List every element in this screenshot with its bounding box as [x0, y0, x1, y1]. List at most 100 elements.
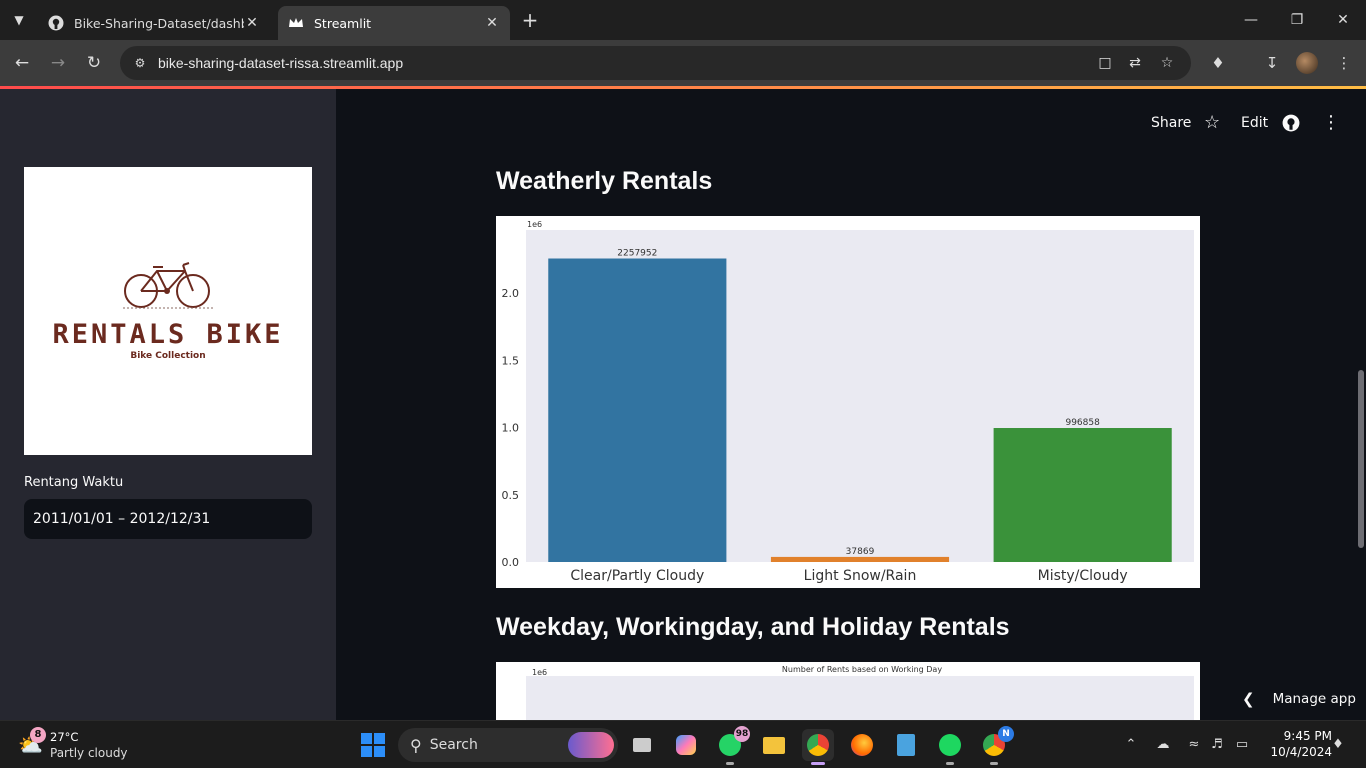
star-icon[interactable]: ☆ [1204, 111, 1220, 135]
start-button[interactable] [361, 733, 385, 757]
bar-value-label: 2257952 [617, 249, 657, 259]
x-tick-label: Light Snow/Rain [804, 568, 917, 584]
y-tick-label: 1.0 [502, 422, 520, 435]
scale-label: 1e6 [532, 668, 547, 677]
tab-title: Bike-Sharing-Dataset/dashboard [74, 15, 244, 31]
site-settings-icon[interactable]: ⚙ [128, 56, 152, 70]
downloads-icon[interactable]: ↧ [1260, 51, 1284, 75]
install-app-icon[interactable]: □ [1094, 52, 1116, 74]
tab-search-button[interactable]: ▼ [6, 8, 32, 32]
workingday-rentals-chart: Number of Rents based on Working Day1e61… [496, 662, 1200, 720]
github-icon [48, 15, 64, 31]
close-icon[interactable]: ✕ [484, 15, 500, 31]
notepad-icon[interactable] [890, 729, 922, 761]
bicycle-icon [123, 262, 213, 309]
x-tick-label: Misty/Cloudy [1038, 568, 1128, 584]
chrome-profile-badge: N [998, 726, 1014, 742]
address-bar[interactable]: ⚙ bike-sharing-dataset-rissa.streamlit.a… [120, 46, 1191, 80]
tab-streamlit[interactable]: Streamlit ✕ [278, 6, 510, 40]
browser-toolbar: ← → ↻ ⚙ bike-sharing-dataset-rissa.strea… [0, 40, 1366, 86]
chevron-up-icon[interactable]: ⌃ [1121, 735, 1141, 755]
date-range-label: Rentang Waktu [24, 475, 124, 490]
date-range-value: 2011/01/01 – 2012/12/31 [33, 511, 211, 527]
x-tick-label: Clear/Partly Cloudy [570, 568, 704, 584]
tab-title: Streamlit [314, 15, 372, 31]
bar-1 [770, 556, 950, 562]
reload-icon[interactable]: ↻ [82, 51, 106, 75]
y-tick-label: 1.5 [502, 354, 520, 367]
firefox-icon[interactable] [846, 729, 878, 761]
translate-icon[interactable]: ⇄ [1124, 52, 1146, 74]
wifi-icon[interactable]: ≈ [1184, 735, 1204, 755]
edit-button[interactable]: Edit [1241, 111, 1268, 135]
y-tick-label: 0.5 [502, 489, 520, 502]
search-label: Search [429, 737, 478, 753]
clock-time: 9:45 PM [1283, 729, 1332, 743]
windows-taskbar: ⛅ 8 27°C Partly cloudy ⚲ Search 98 N ⌃ ☁… [0, 720, 1366, 768]
spotify-icon[interactable] [934, 729, 966, 765]
copilot-icon[interactable] [670, 729, 702, 761]
main-menu-icon[interactable]: ⋮ [1322, 111, 1340, 135]
chevron-left-icon: ❮ [1242, 690, 1255, 708]
logo-subtitle: Bike Collection [130, 351, 206, 361]
app-main: Share ☆ Edit ⋮ Weatherly Rentals 1e6 0.0 0… [336, 89, 1366, 720]
scale-label: 1e6 [527, 220, 542, 229]
weather-widget[interactable]: ⛅ 8 27°C Partly cloudy [16, 727, 136, 763]
github-icon[interactable] [1282, 111, 1300, 135]
bar-0 [548, 258, 727, 562]
rentals-bike-logo: RENTALS BIKE Bike Collection [24, 167, 312, 455]
url-text: bike-sharing-dataset-rissa.streamlit.app [158, 55, 404, 71]
chrome-icon[interactable] [802, 729, 834, 765]
chart-title: Number of Rents based on Working Day [782, 665, 942, 674]
manage-app-button[interactable]: ❮ Manage app [1230, 684, 1356, 714]
app-sidebar: RENTALS BIKE Bike Collection Rentang Wak… [0, 89, 336, 720]
notification-bell-icon[interactable]: ♦ [1328, 735, 1348, 755]
plot-area [526, 676, 1194, 720]
tab-github[interactable]: Bike-Sharing-Dataset/dashboard ✕ [38, 6, 270, 40]
extensions-icon[interactable]: ♦ [1206, 51, 1230, 75]
weather-temperature: 27°C [50, 730, 79, 744]
bookmark-star-icon[interactable]: ☆ [1156, 52, 1178, 74]
bar-2 [993, 428, 1172, 562]
streamlit-crown-icon [288, 15, 304, 31]
date-range-input[interactable]: 2011/01/01 – 2012/12/31 [24, 499, 312, 539]
weather-rentals-chart: 1e6 0.0 0.5 1.0 1.5 2.0 2257952 Clear/Partly Cl… [496, 216, 1200, 588]
whatsapp-icon[interactable]: 98 [714, 726, 750, 765]
search-highlight-image [568, 732, 614, 758]
clock-date: 10/4/2024 [1270, 745, 1332, 759]
profile-avatar[interactable] [1296, 52, 1318, 74]
search-icon: ⚲ [410, 735, 422, 755]
browser-menu-icon[interactable]: ⋮ [1332, 51, 1356, 75]
close-icon[interactable]: ✕ [244, 15, 260, 31]
task-view-icon[interactable] [626, 729, 658, 761]
manage-app-label: Manage app [1272, 691, 1356, 707]
y-tick-label: 0.0 [502, 556, 520, 569]
whatsapp-badge: 98 [734, 726, 750, 742]
weather-description: Partly cloudy [50, 746, 128, 760]
taskbar-search[interactable]: ⚲ Search [398, 728, 618, 762]
weather-chart-svg: 1e6 0.0 0.5 1.0 1.5 2.0 2257952 Clear/Partly Cl… [502, 220, 1194, 584]
file-explorer-icon[interactable] [758, 729, 790, 761]
y-tick-label: 2.0 [502, 287, 520, 300]
forward-icon[interactable]: → [46, 51, 70, 75]
page-scrollbar[interactable] [1358, 370, 1364, 548]
share-button[interactable]: Share [1151, 111, 1191, 135]
restore-icon[interactable]: ❐ [1282, 8, 1312, 32]
bar-value-label: 37869 [846, 547, 875, 557]
workingday-chart-svg: Number of Rents based on Working Day1e61… [526, 665, 1194, 720]
logo-title: RENTALS BIKE [52, 319, 284, 350]
window-close-icon[interactable]: ✕ [1328, 8, 1358, 32]
browser-tab-bar: ▼ Bike-Sharing-Dataset/dashboard ✕ Strea… [0, 0, 1366, 40]
section-title-weather: Weatherly Rentals [496, 167, 713, 195]
back-icon[interactable]: ← [10, 51, 34, 75]
volume-icon[interactable]: ♬ [1207, 735, 1227, 755]
weather-badge: 8 [30, 727, 46, 743]
bar-value-label: 996858 [1065, 418, 1100, 428]
onedrive-icon[interactable]: ☁ [1153, 735, 1173, 755]
section-title-weekday: Weekday, Workingday, and Holiday Rentals [496, 613, 1010, 641]
battery-icon[interactable]: ▭ [1232, 735, 1252, 755]
taskbar-clock[interactable]: 9:45 PM 10/4/2024 [1262, 728, 1332, 760]
minimize-icon[interactable]: — [1236, 8, 1266, 32]
new-tab-button[interactable]: + [518, 9, 542, 31]
chrome-profile-icon[interactable]: N [978, 726, 1014, 765]
